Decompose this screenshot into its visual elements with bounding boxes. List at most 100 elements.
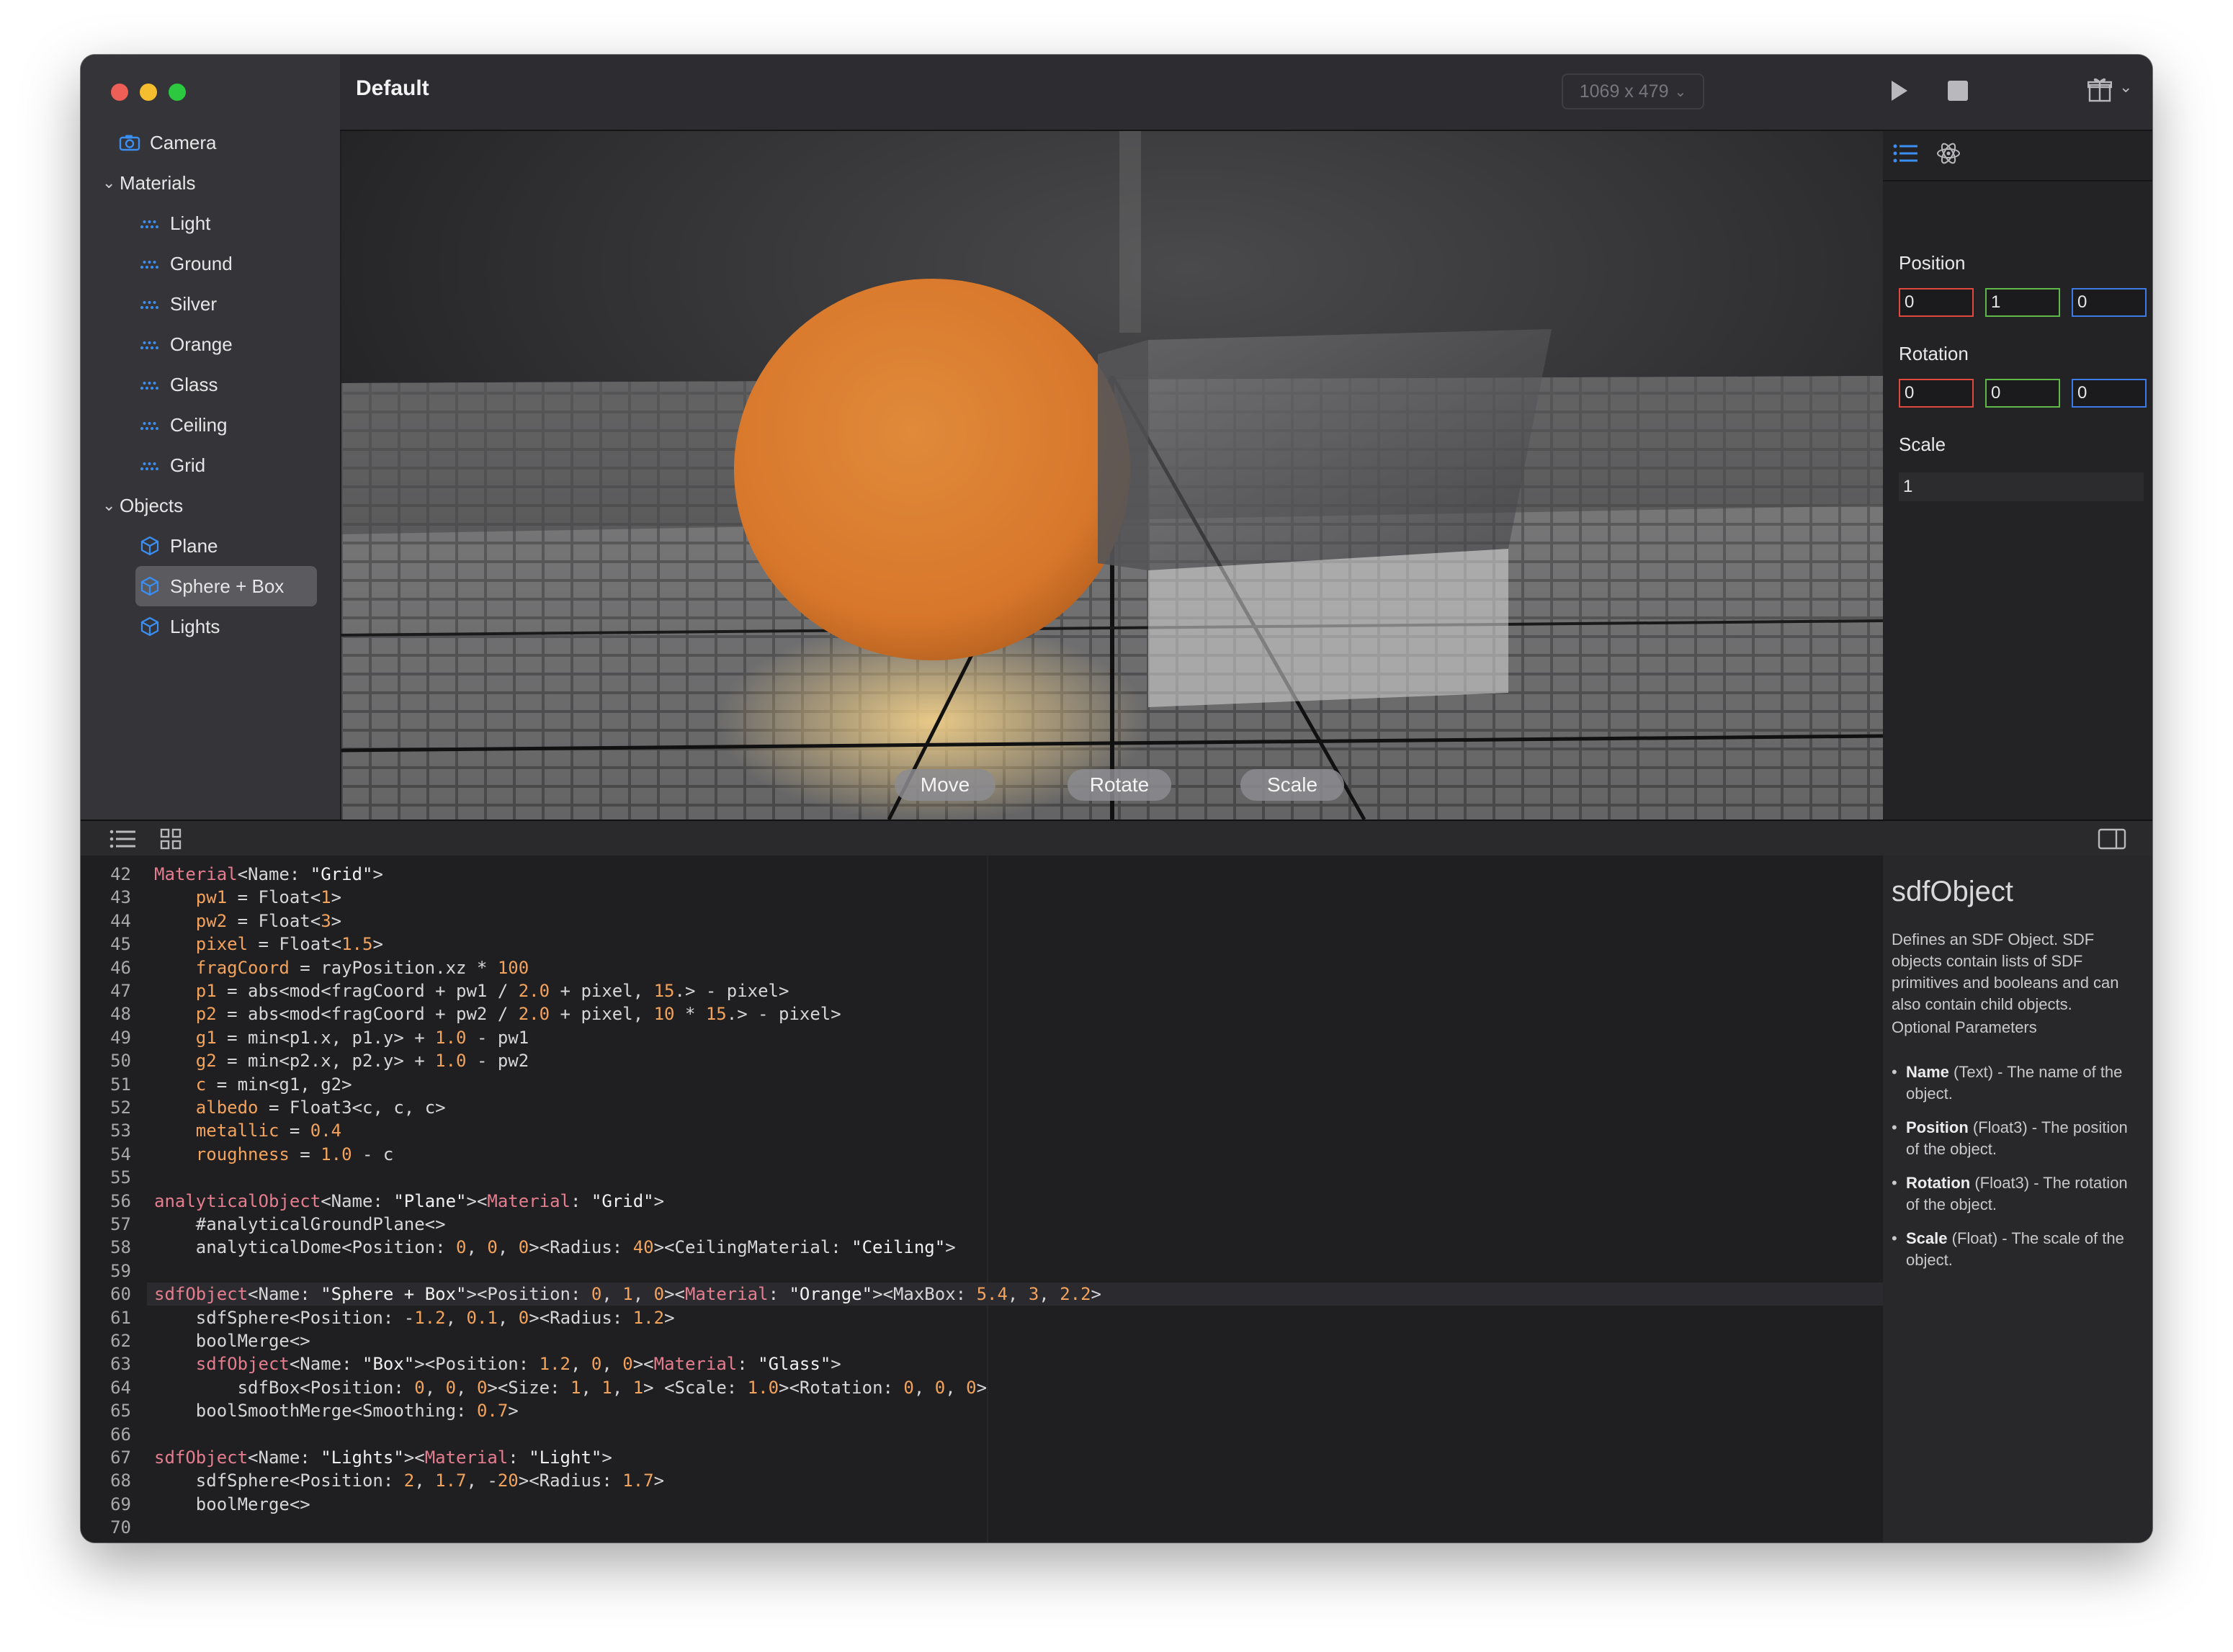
code-line[interactable]: p1 = abs<mod<fragCoord + pw1 / 2.0 + pix… <box>154 981 789 1001</box>
list-icon[interactable] <box>1893 143 1917 168</box>
code-line[interactable]: roughness = 1.0 - c <box>154 1144 394 1164</box>
line-number: 63 <box>110 1354 131 1375</box>
sidebar-item-label: Plane <box>170 534 218 557</box>
code-line[interactable]: metallic = 0.4 <box>154 1121 341 1141</box>
atom-icon[interactable] <box>1936 141 1961 169</box>
code-line[interactable]: sdfSphere<Position: -1.2, 0.1, 0><Radius… <box>154 1308 675 1328</box>
code-line[interactable]: analyticalObject<Name: "Plane"><Material… <box>154 1191 664 1211</box>
cube-icon <box>138 576 161 596</box>
code-line[interactable]: boolMerge<> <box>154 1494 310 1514</box>
code-line[interactable]: g2 = min<p2.x, p2.y> + 1.0 - pw2 <box>154 1051 529 1071</box>
code-line[interactable]: pw2 = Float<3> <box>154 911 341 931</box>
code-line[interactable]: #analyticalGroundPlane<> <box>154 1214 446 1234</box>
code-line[interactable]: sdfSphere<Position: 2, 1.7, -20><Radius:… <box>154 1471 664 1491</box>
rotation-label: Rotation <box>1899 343 1969 364</box>
material-icon <box>138 415 161 435</box>
line-number: 68 <box>110 1471 131 1491</box>
chevron-down-icon[interactable]: ⌄ <box>2119 78 2132 96</box>
zoom-window-button[interactable] <box>169 84 186 101</box>
line-number: 56 <box>110 1190 131 1211</box>
sidebar-item-grid[interactable]: Grid <box>81 445 340 485</box>
parameter-name: Scale <box>1906 1229 1948 1247</box>
rotation-z-field[interactable]: 0 <box>2072 379 2147 408</box>
code-line[interactable]: pixel = Float<1.5> <box>154 934 383 954</box>
group-objects[interactable]: ⌄ Objects <box>81 485 340 526</box>
code-line[interactable]: sdfObject<Name: "Box"><Position: 1.2, 0,… <box>154 1354 841 1374</box>
chevron-down-icon[interactable]: ⌄ <box>102 174 117 192</box>
line-number: 45 <box>110 934 131 955</box>
line-number: 62 <box>110 1331 131 1351</box>
chevron-down-icon[interactable]: ⌄ <box>102 496 117 515</box>
code-line[interactable]: sdfObject<Name: "Lights"><Material: "Lig… <box>154 1447 612 1468</box>
position-x-field[interactable]: 0 <box>1899 288 1974 317</box>
line-number: 47 <box>110 981 131 1001</box>
code-line[interactable]: pw1 = Float<1> <box>154 887 341 907</box>
code-line[interactable]: analyticalDome<Position: 0, 0, 0><Radius… <box>154 1237 956 1257</box>
close-window-button[interactable] <box>111 84 128 101</box>
rotate-button[interactable]: Rotate <box>1068 769 1171 801</box>
sidebar-item-label: Lights <box>170 615 220 637</box>
line-number: 51 <box>110 1074 131 1095</box>
rotation-x-field[interactable]: 0 <box>1899 379 1974 408</box>
rotation-y-field[interactable]: 0 <box>1985 379 2060 408</box>
rendered-scene <box>341 131 1883 820</box>
sidebar-right-icon[interactable] <box>2098 828 2126 853</box>
scale-field[interactable]: 1 <box>1899 472 2144 501</box>
parameter-name: Position <box>1906 1118 1969 1136</box>
line-number: 53 <box>110 1121 131 1141</box>
resolution-select[interactable]: 1069 x 479 ⌄ <box>1562 73 1704 109</box>
code-line[interactable]: sdfBox<Position: 0, 0, 0><Size: 1, 1, 1>… <box>154 1378 987 1398</box>
play-icon[interactable] <box>1889 79 1909 106</box>
sidebar-item-silver[interactable]: Silver <box>81 284 340 324</box>
sidebar-item-label: Glass <box>170 373 218 395</box>
line-number: 55 <box>110 1167 131 1188</box>
position-z-field[interactable]: 0 <box>2072 288 2147 317</box>
sidebar-item-lights[interactable]: Lights <box>81 606 340 647</box>
doc-parameter: Rotation (Float3) - The rotation of the … <box>1892 1172 2144 1216</box>
stop-icon[interactable] <box>1948 81 1968 104</box>
code-line[interactable]: boolMerge<> <box>154 1331 310 1351</box>
line-number: 58 <box>110 1237 131 1258</box>
sidebar-item-label: Camera <box>150 131 217 153</box>
sidebar-item-ceiling[interactable]: Ceiling <box>81 405 340 445</box>
gift-icon[interactable] <box>2087 76 2113 106</box>
sidebar-item-ground[interactable]: Ground <box>81 243 340 284</box>
sidebar-item-orange[interactable]: Orange <box>81 324 340 364</box>
code-line[interactable]: p2 = abs<mod<fragCoord + pw2 / 2.0 + pix… <box>154 1004 841 1024</box>
position-y-field[interactable]: 1 <box>1985 288 2060 317</box>
list-icon[interactable] <box>109 828 135 853</box>
code-line[interactable]: boolSmoothMerge<Smoothing: 0.7> <box>154 1401 519 1421</box>
sidebar-item-sphere-box[interactable]: Sphere + Box <box>135 566 317 606</box>
code-line[interactable]: sdfObject<Name: "Sphere + Box"><Position… <box>154 1284 1101 1304</box>
sidebar-item-label: Orange <box>170 333 233 355</box>
sidebar-item-glass[interactable]: Glass <box>81 364 340 405</box>
sidebar-item-light[interactable]: Light <box>81 203 340 243</box>
line-number: 69 <box>110 1494 131 1514</box>
code-editor[interactable]: 42 Material<Name: "Grid"> 43 pw1 = Float<1… <box>81 856 1883 1543</box>
line-number: 67 <box>110 1447 131 1468</box>
render-viewport[interactable]: Move Rotate Scale <box>341 131 1883 820</box>
parameter-name: Rotation <box>1906 1174 1971 1192</box>
group-materials[interactable]: ⌄ Materials <box>81 163 340 203</box>
resolution-value: 1069 x 479 <box>1579 81 1669 102</box>
line-number: 54 <box>110 1144 131 1164</box>
code-line[interactable]: Material<Name: "Grid"> <box>154 864 383 884</box>
line-number: 42 <box>110 864 131 884</box>
line-number: 70 <box>110 1517 131 1538</box>
line-number: 65 <box>110 1401 131 1422</box>
position-label: Position <box>1899 252 1966 274</box>
scene-tree: Camera ⌄ Materials Light Ground Silver Oran… <box>81 122 340 647</box>
line-number: 49 <box>110 1027 131 1048</box>
code-line[interactable]: albedo = Float3<c, c, c> <box>154 1097 446 1118</box>
cube-icon <box>138 616 161 637</box>
move-button[interactable]: Move <box>895 769 995 801</box>
code-line[interactable]: fragCoord = rayPosition.xz * 100 <box>154 958 529 978</box>
sidebar-item-plane[interactable]: Plane <box>81 526 340 566</box>
scale-button[interactable]: Scale <box>1240 769 1344 801</box>
sidebar-item-camera[interactable]: Camera <box>81 122 340 163</box>
doc-parameter: Position (Float3) - The position of the … <box>1892 1117 2144 1160</box>
minimize-window-button[interactable] <box>140 84 157 101</box>
code-line[interactable]: c = min<g1, g2> <box>154 1074 352 1095</box>
code-line[interactable]: g1 = min<p1.x, p1.y> + 1.0 - pw1 <box>154 1028 529 1048</box>
grid-icon[interactable] <box>160 828 182 853</box>
